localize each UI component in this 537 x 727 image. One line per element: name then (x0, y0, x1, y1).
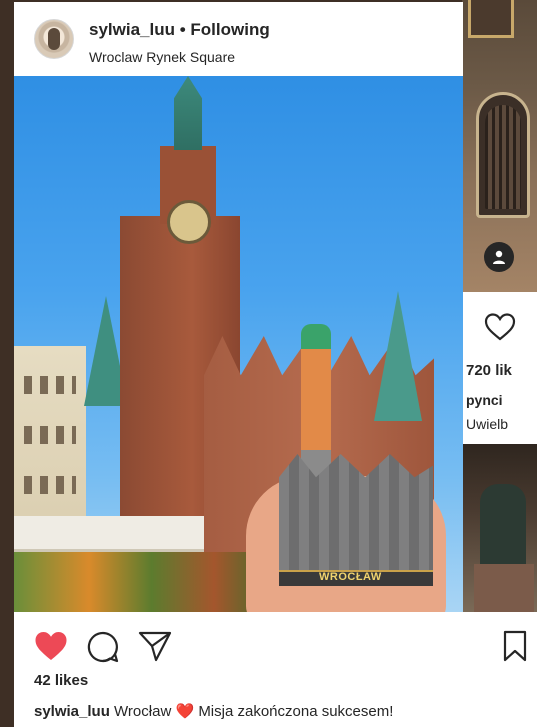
heart-outline-icon[interactable] (484, 312, 516, 342)
background-photo-top-window (468, 0, 514, 38)
background-post-caption: Uwielb (466, 416, 509, 432)
photo-market-stalls (14, 552, 264, 612)
background-post: 720 lik pynci Uwielb (462, 0, 537, 444)
statue-plinth (474, 564, 534, 612)
photo-window-row (24, 476, 76, 494)
person-tag-icon[interactable] (484, 242, 514, 272)
stage: 720 lik pynci Uwielb sylwia_luu • Follow… (0, 0, 537, 727)
likes-count[interactable]: 42 likes (34, 672, 88, 689)
background-photo-arched-window (476, 92, 530, 218)
comment-icon[interactable] (86, 630, 120, 664)
souvenir-label: WROCŁAW (319, 571, 382, 583)
caption-username[interactable]: sylwia_luu (34, 703, 110, 720)
post-actions: 42 likes sylwia_luu Wrocław ❤️ Misja zak… (14, 612, 537, 727)
post-username[interactable]: sylwia_luu (89, 20, 175, 39)
photo-tower-spire (174, 76, 202, 150)
post-location[interactable]: Wroclaw Rynek Square (89, 49, 235, 65)
background-post-likes[interactable]: 720 lik (462, 362, 512, 379)
photo-clock (167, 200, 211, 244)
photo-window-row (24, 376, 76, 394)
heart-filled-icon[interactable] (34, 630, 68, 662)
post-header: sylwia_luu • Following Wroclaw Rynek Squ… (14, 2, 463, 76)
caption-text-before: Wrocław (114, 703, 172, 720)
main-post: sylwia_luu • Following Wroclaw Rynek Squ… (14, 2, 463, 612)
caption-text-after: Misja zakończona sukcesem! (198, 703, 394, 720)
avatar[interactable] (34, 19, 74, 59)
souvenir-building (279, 454, 433, 570)
photo-awning (14, 516, 204, 552)
caption-heart-emoji: ❤️ (175, 703, 195, 720)
background-photo-window-bars (485, 105, 521, 209)
follow-status[interactable]: Following (190, 20, 269, 39)
bookmark-icon[interactable] (502, 630, 528, 662)
send-icon[interactable] (138, 630, 172, 662)
post-photo[interactable]: WROCŁAW (14, 76, 463, 612)
photo-window-row (24, 426, 76, 444)
photo-souvenir-magnet: WROCŁAW (279, 324, 433, 586)
background-post-photo[interactable] (462, 0, 537, 292)
post-username-line: sylwia_luu • Following (89, 20, 270, 40)
post-caption: sylwia_luu Wrocław ❤️ Misja zakończona s… (34, 702, 393, 720)
background-post-caption-user[interactable]: pynci (462, 392, 503, 408)
separator-dot: • (179, 20, 191, 39)
